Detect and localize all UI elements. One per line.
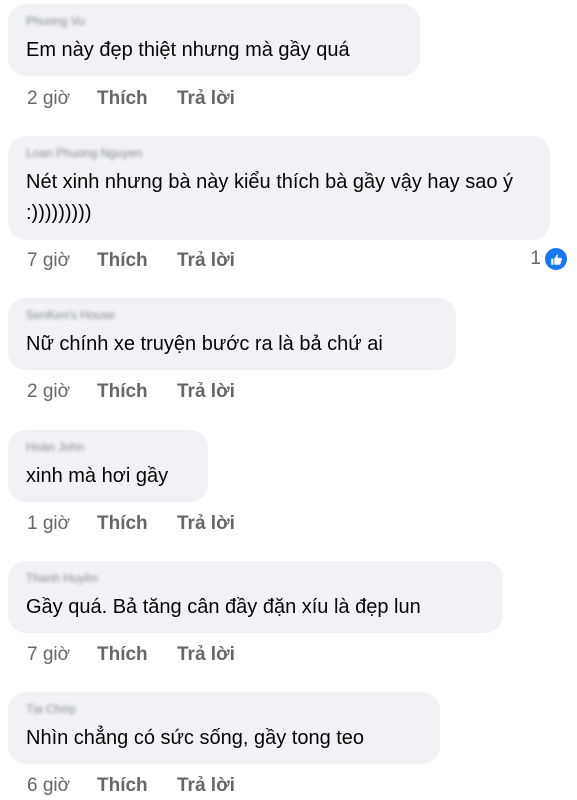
like-button[interactable]: Thích: [97, 250, 177, 272]
comment-actions: 6 giờ Thích Trả lời: [27, 775, 235, 797]
comment-text: Nữ chính xe truyện bước ra là bả chứ ai: [26, 333, 383, 355]
comment-actions: 2 giờ Thích Trả lời: [27, 381, 235, 403]
comment-bubble: Thanh Huyền Gầy quá. Bả tăng cân đầy đặn…: [8, 561, 503, 633]
comment-actions: 7 giờ Thích Trả lời: [27, 644, 235, 666]
comment-text: Em này đẹp thiệt nhưng mà gầy quá: [26, 39, 350, 61]
reply-button[interactable]: Trả lời: [177, 250, 235, 272]
like-button[interactable]: Thích: [97, 644, 177, 666]
like-button[interactable]: Thích: [97, 513, 177, 535]
comment-time[interactable]: 7 giờ: [27, 644, 97, 666]
comment-author[interactable]: Phuong Vu: [26, 13, 404, 29]
comment-text: Gầy quá. Bả tăng cân đầy đặn xíu là đẹp …: [26, 596, 421, 618]
reply-button[interactable]: Trả lời: [177, 775, 235, 797]
comment-bubble: Tịa Chớp Nhìn chẳng có sức sống, gầy ton…: [8, 692, 440, 764]
comment-text: Nhìn chẳng có sức sống, gầy tong teo: [26, 727, 365, 749]
like-icon: [545, 248, 567, 270]
reaction-summary[interactable]: 1: [530, 248, 567, 270]
like-button[interactable]: Thích: [97, 88, 177, 110]
comment-time[interactable]: 1 giờ: [27, 513, 97, 535]
reply-button[interactable]: Trả lời: [177, 644, 235, 666]
comment-text: Nét xinh nhưng bà này kiểu thích bà gầy …: [26, 171, 514, 224]
comment-text: xinh mà hơi gầy: [26, 465, 169, 487]
comment-actions: 2 giờ Thích Trả lời: [27, 88, 235, 110]
comment-author[interactable]: Hoàn John: [26, 439, 192, 455]
reaction-count: 1: [530, 248, 541, 269]
comment-actions: 1 giờ Thích Trả lời: [27, 513, 235, 535]
like-button[interactable]: Thích: [97, 775, 177, 797]
comment-bubble: Phuong Vu Em này đẹp thiệt nhưng mà gầy …: [8, 4, 420, 76]
reply-button[interactable]: Trả lời: [177, 88, 235, 110]
reply-button[interactable]: Trả lời: [177, 381, 235, 403]
comment-time[interactable]: 2 giờ: [27, 88, 97, 110]
comment-author[interactable]: Thanh Huyền: [26, 570, 487, 586]
comment-time[interactable]: 6 giờ: [27, 775, 97, 797]
comment-bubble: Hoàn John xinh mà hơi gầy: [8, 430, 208, 502]
comment-bubble: SenKen's House Nữ chính xe truyện bước r…: [8, 298, 456, 370]
comment-author[interactable]: SenKen's House: [26, 307, 440, 323]
comment-author[interactable]: Loan Phuong Nguyen: [26, 145, 534, 161]
comment-time[interactable]: 7 giờ: [27, 250, 97, 272]
like-button[interactable]: Thích: [97, 381, 177, 403]
comment-time[interactable]: 2 giờ: [27, 381, 97, 403]
reply-button[interactable]: Trả lời: [177, 513, 235, 535]
comment-actions: 7 giờ Thích Trả lời: [27, 250, 235, 272]
comment-bubble: Loan Phuong Nguyen Nét xinh nhưng bà này…: [8, 136, 550, 240]
comment-author[interactable]: Tịa Chớp: [26, 701, 424, 717]
